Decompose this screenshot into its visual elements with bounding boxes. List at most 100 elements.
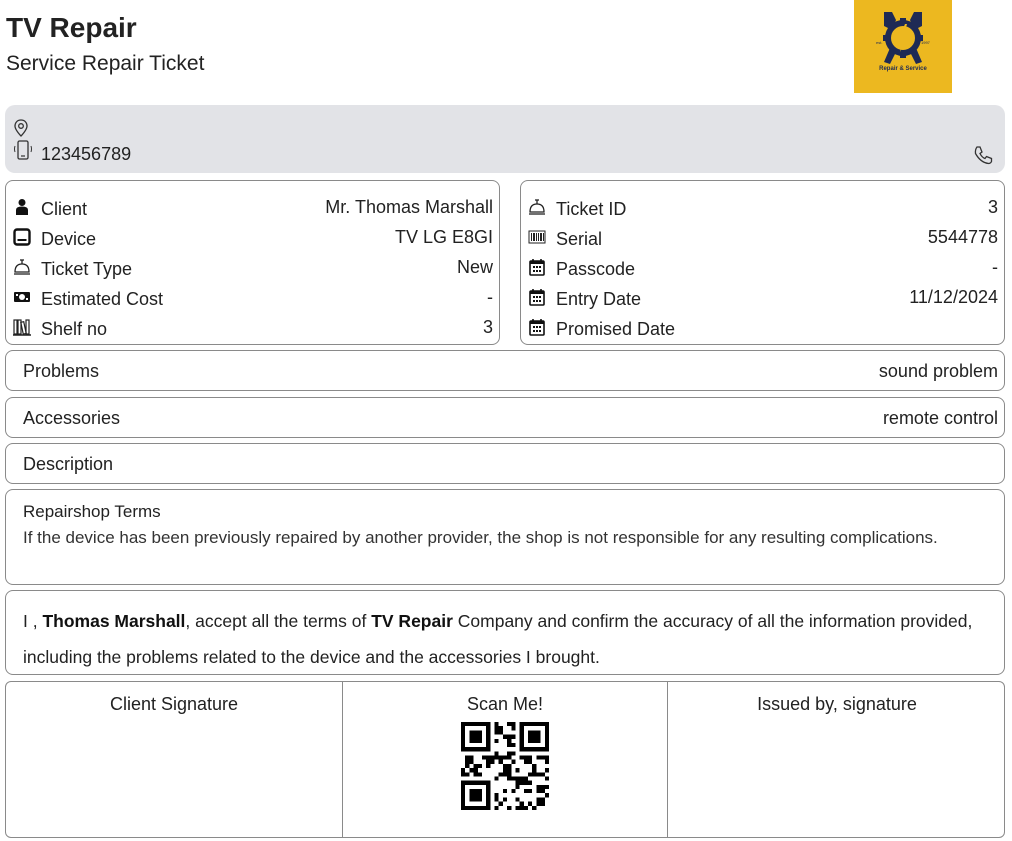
client-value: Mr. Thomas Marshall bbox=[325, 197, 493, 217]
qr-module bbox=[507, 738, 512, 743]
acceptance-text: I , Thomas Marshall, accept all the term… bbox=[23, 603, 1003, 675]
phone-icon[interactable] bbox=[973, 145, 993, 165]
qr-module bbox=[502, 768, 508, 773]
serial-label: Serial bbox=[556, 229, 603, 249]
qr-module bbox=[544, 768, 549, 773]
qr-module bbox=[494, 722, 499, 727]
contact-bar: 123456789 bbox=[5, 105, 1005, 173]
qr-module bbox=[461, 730, 466, 735]
service-bell-icon bbox=[14, 259, 30, 275]
passcode-row: Passcode - bbox=[521, 255, 1004, 283]
qr-module bbox=[519, 730, 524, 735]
contact-phone[interactable]: 123456789 bbox=[41, 144, 131, 165]
ticket-id-value: 3 bbox=[987, 197, 998, 217]
qr-module bbox=[515, 797, 520, 802]
qr-module bbox=[477, 747, 482, 752]
device-value: TV LG E8GI bbox=[394, 227, 493, 247]
qr-module bbox=[519, 780, 524, 785]
qr-module bbox=[528, 734, 533, 739]
qr-module bbox=[477, 805, 482, 810]
qr-module bbox=[461, 722, 466, 727]
terms-body: If the device has been previously repair… bbox=[23, 528, 938, 547]
qr-module bbox=[523, 789, 529, 794]
description-row: Description bbox=[5, 443, 1005, 484]
money-icon bbox=[14, 292, 30, 302]
client-signature-cell[interactable]: Client Signature bbox=[6, 682, 343, 837]
qr-module bbox=[465, 805, 470, 810]
qr-module bbox=[523, 755, 529, 760]
qr-module bbox=[461, 797, 466, 802]
qr-module bbox=[515, 776, 520, 781]
qr-module bbox=[486, 742, 491, 748]
qr-module bbox=[540, 789, 545, 794]
tablet-icon bbox=[13, 228, 31, 246]
ticket-id-label: Ticket ID bbox=[556, 199, 627, 219]
scan-cell: Scan Me! bbox=[343, 682, 668, 837]
qr-module bbox=[519, 726, 524, 731]
qr-module bbox=[544, 730, 549, 735]
company-logo: est. 1997 Repair & Service bbox=[854, 0, 952, 93]
qr-module bbox=[515, 768, 520, 773]
issued-signature-cell[interactable]: Issued by, signature bbox=[668, 682, 1006, 837]
qr-module bbox=[498, 759, 503, 764]
qr-module bbox=[519, 738, 524, 743]
promised-date-label: Promised Date bbox=[556, 319, 676, 339]
qr-module bbox=[486, 734, 491, 739]
mobile-phone-icon bbox=[14, 140, 32, 160]
qr-module bbox=[528, 722, 533, 727]
qr-module bbox=[532, 763, 537, 769]
qr-module bbox=[528, 789, 533, 794]
qr-module bbox=[536, 722, 541, 727]
qr-module bbox=[544, 755, 549, 760]
client-label: Client bbox=[41, 199, 88, 219]
person-icon bbox=[16, 199, 28, 215]
qr-module bbox=[469, 755, 474, 760]
promised-date-row: Promised Date bbox=[521, 315, 1004, 343]
qr-module bbox=[528, 747, 533, 752]
qr-module bbox=[490, 759, 495, 764]
qr-module bbox=[536, 747, 541, 752]
qr-module bbox=[536, 755, 541, 760]
qr-module bbox=[498, 755, 503, 760]
qr-module bbox=[511, 751, 516, 756]
accessories-value: remote control bbox=[882, 408, 998, 428]
qr-module bbox=[486, 755, 491, 760]
qr-module bbox=[486, 726, 491, 731]
qr-module bbox=[469, 730, 474, 735]
qr-module bbox=[515, 784, 520, 790]
qr-module bbox=[465, 759, 470, 764]
qr-module bbox=[494, 755, 499, 760]
entry-date-value: 11/12/2024 bbox=[909, 287, 998, 307]
qr-module bbox=[486, 738, 491, 743]
qr-module bbox=[544, 776, 549, 781]
qr-code-icon[interactable] bbox=[461, 722, 549, 810]
logo-year: 1997 bbox=[921, 40, 931, 45]
qr-module bbox=[477, 780, 482, 785]
qr-module bbox=[473, 738, 478, 743]
qr-module bbox=[532, 805, 537, 810]
qr-module bbox=[502, 797, 508, 802]
qr-module bbox=[536, 784, 541, 790]
qr-module bbox=[469, 789, 474, 794]
qr-module bbox=[519, 805, 524, 810]
problems-value: sound problem bbox=[878, 361, 998, 381]
qr-module bbox=[523, 747, 529, 752]
qr-module bbox=[461, 747, 466, 752]
qr-module bbox=[502, 772, 508, 777]
qr-module bbox=[486, 730, 491, 735]
qr-module bbox=[486, 784, 491, 790]
qr-module bbox=[528, 772, 533, 777]
acceptance-prefix: I , bbox=[23, 611, 43, 631]
qr-module bbox=[461, 780, 466, 785]
qr-module bbox=[481, 780, 487, 785]
qr-module bbox=[523, 776, 529, 781]
terms-panel: Repairshop Terms If the device has been … bbox=[5, 489, 1005, 585]
passcode-value: - bbox=[992, 257, 998, 277]
qr-module bbox=[477, 793, 482, 798]
qr-module bbox=[532, 738, 537, 743]
serial-row: Serial 5544778 bbox=[521, 225, 1004, 253]
calendar-icon bbox=[529, 259, 545, 276]
qr-module bbox=[465, 772, 470, 777]
qr-module bbox=[469, 734, 474, 739]
serial-value: 5544778 bbox=[927, 227, 998, 247]
